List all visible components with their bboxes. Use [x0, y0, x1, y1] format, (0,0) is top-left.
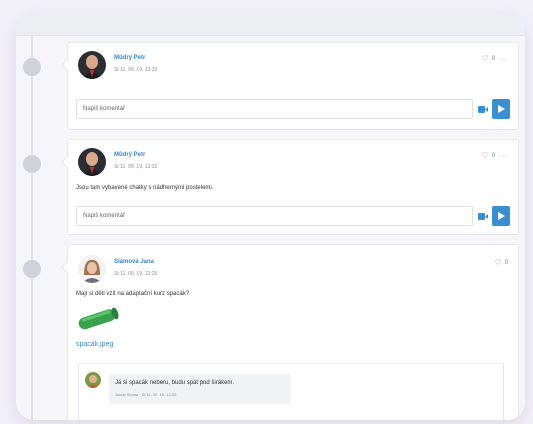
feed-window: Műdrý Petr St 11. 09. 19, 13:33 ♡ 0 ··· … [16, 14, 525, 420]
reply-text: Já si spacák neberu, budu spát pod širák… [115, 380, 235, 386]
comment-input[interactable]: Napiš komentář [76, 99, 473, 119]
like-counter[interactable]: ♡ 0 [494, 259, 508, 267]
timeline-dot [23, 58, 41, 76]
timeline-dot [23, 155, 41, 173]
heart-outline-icon[interactable]: ♡ [481, 55, 488, 63]
like-count: 0 [504, 260, 508, 266]
post-card-3: Slámová Jana St 11. 09. 19, 13:29 ♡ 0 Ma… [61, 244, 519, 420]
reply-thread: Já si spacák neberu, budu spát pod širák… [78, 363, 504, 420]
reply-meta: Jakub Sloma · St 11. 09. 19, 13:30 [115, 392, 177, 397]
video-camera-icon[interactable] [477, 103, 489, 115]
send-button[interactable] [492, 206, 510, 226]
avatar[interactable] [85, 372, 101, 388]
post-date: St 11. 09. 19, 13:33 [114, 67, 158, 73]
post-text: Jsou tam vybavené chatky s nádhernými po… [76, 185, 214, 191]
like-count: 0 [491, 153, 495, 159]
attachment-link[interactable]: spacák.jpeg [76, 341, 113, 348]
like-count: 0 [491, 56, 495, 62]
video-camera-icon[interactable] [477, 210, 489, 222]
comment-row: Napiš komentář [76, 206, 510, 226]
avatar[interactable] [78, 148, 106, 176]
ellipsis-icon[interactable]: ··· [498, 56, 508, 63]
like-counter[interactable]: ♡ 0 ··· [481, 55, 508, 63]
timeline-dot [23, 260, 41, 278]
comment-input[interactable]: Napiš komentář [76, 206, 473, 226]
card-notch [61, 261, 73, 273]
reply-bubble: Já si spacák neberu, budu spát pod širák… [109, 374, 291, 404]
like-counter[interactable]: ♡ 0 ··· [481, 152, 508, 160]
post-date: St 11. 09. 19, 13:33 [114, 164, 158, 170]
card-notch [61, 156, 73, 168]
heart-outline-icon[interactable]: ♡ [494, 259, 501, 267]
post-card-1: Műdrý Petr St 11. 09. 19, 13:33 ♡ 0 ··· … [61, 42, 519, 130]
send-arrow-icon [498, 105, 505, 113]
post-author[interactable]: Műdrý Petr [114, 152, 145, 158]
post-author[interactable]: Slámová Jana [114, 259, 154, 265]
send-arrow-icon [498, 212, 505, 220]
timeline-line [31, 36, 33, 420]
post-author[interactable]: Műdrý Petr [114, 55, 145, 61]
top-bar [16, 14, 525, 36]
post-text: Mají si děti vzít na adaptační kurz spac… [76, 291, 190, 297]
post-date: St 11. 09. 19, 13:29 [114, 271, 158, 277]
post-card-2: Műdrý Petr St 11. 09. 19, 13:33 ♡ 0 ··· … [61, 139, 519, 235]
avatar[interactable] [78, 51, 106, 79]
avatar[interactable] [78, 255, 106, 283]
heart-outline-icon[interactable]: ♡ [481, 152, 488, 160]
ellipsis-icon[interactable]: ··· [498, 153, 508, 160]
card-notch [61, 59, 73, 71]
comment-row: Napiš komentář [76, 99, 510, 119]
send-button[interactable] [492, 99, 510, 119]
attachment-thumbnail[interactable] [76, 305, 120, 338]
